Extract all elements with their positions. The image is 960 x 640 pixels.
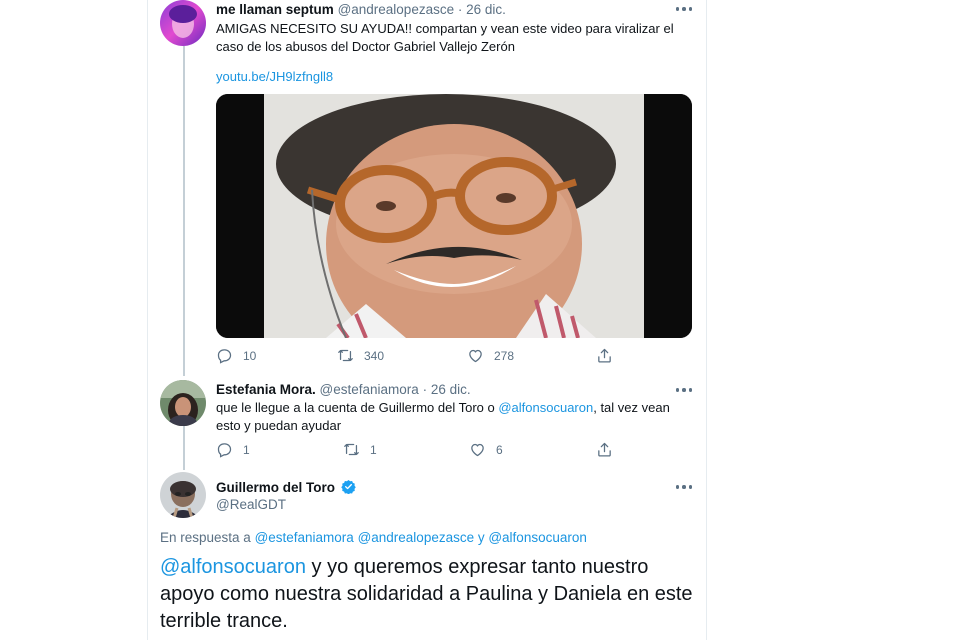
share-icon <box>598 442 611 457</box>
reply-context: En respuesta a @estefaniamora @andrealop… <box>160 529 587 547</box>
reply-prefix: En respuesta a <box>160 530 255 545</box>
reply-mentions[interactable]: @estefaniamora @andrealopezasce y @alfon… <box>255 530 587 545</box>
avatar[interactable] <box>160 472 206 518</box>
author-handle[interactable]: @estefaniamora <box>320 382 419 397</box>
retweet-action[interactable]: 340 <box>337 347 384 364</box>
retweet-icon <box>338 349 353 362</box>
like-count: 6 <box>496 442 503 457</box>
tweet-text: AMIGAS NECESITO SU AYUDA!! compartan y v… <box>216 21 674 54</box>
retweet-icon <box>344 443 359 456</box>
author-name[interactable]: Guillermo del Toro <box>216 480 335 495</box>
share-action[interactable] <box>596 441 613 458</box>
thread-line <box>183 426 185 470</box>
avatar[interactable] <box>160 0 206 46</box>
reply-action[interactable]: 1 <box>216 441 250 458</box>
reply-count: 10 <box>243 348 257 363</box>
like-action[interactable]: 6 <box>469 441 503 458</box>
author-handle[interactable]: @andrealopezasce <box>338 2 455 17</box>
tweet-text-part: que le llegue a la cuenta de Guillermo d… <box>216 400 499 415</box>
author-handle[interactable]: @RealGDT <box>216 497 286 512</box>
mention-link[interactable]: @alfonsocuaron <box>160 556 306 578</box>
heart-icon <box>469 349 482 363</box>
mention-link[interactable]: @alfonsocuaron <box>498 400 593 415</box>
heart-icon <box>471 443 484 457</box>
author-name[interactable]: Estefania Mora. <box>216 382 316 397</box>
like-count: 278 <box>494 348 515 363</box>
tweet-date[interactable]: · 26 dic. <box>458 2 506 17</box>
more-icon[interactable] <box>674 4 694 14</box>
main-tweet-text: @alfonsocuaron y yo queremos expresar ta… <box>160 554 700 635</box>
author-name[interactable]: me llaman septum <box>216 2 334 17</box>
more-icon[interactable] <box>674 482 694 492</box>
share-action[interactable] <box>596 347 613 364</box>
retweet-action[interactable]: 1 <box>343 441 377 458</box>
retweet-count: 1 <box>370 442 377 457</box>
thread-line <box>183 46 185 376</box>
reply-count: 1 <box>243 442 250 457</box>
reply-icon <box>217 443 232 458</box>
reply-icon <box>217 349 232 364</box>
video-thumbnail[interactable] <box>216 94 692 338</box>
verified-badge-icon <box>341 479 356 494</box>
tweet-text: que le llegue a la cuenta de Guillermo d… <box>216 399 686 435</box>
tweet-header: Estefania Mora. @estefaniamora · 26 dic. <box>216 382 471 397</box>
retweet-count: 340 <box>364 348 385 363</box>
share-icon <box>598 348 611 363</box>
more-icon[interactable] <box>674 385 694 395</box>
tweet-header: me llaman septum @andrealopezasce · 26 d… <box>216 2 506 17</box>
tweet-link[interactable]: youtu.be/JH9lzfngll8 <box>216 68 333 86</box>
like-action[interactable]: 278 <box>467 347 514 364</box>
main-tweet-author: Guillermo del Toro <box>216 479 356 495</box>
reply-action[interactable]: 10 <box>216 347 256 364</box>
tweet-date[interactable]: · 26 dic. <box>423 382 471 397</box>
avatar[interactable] <box>160 380 206 426</box>
video-thumbnail-image <box>216 94 692 338</box>
